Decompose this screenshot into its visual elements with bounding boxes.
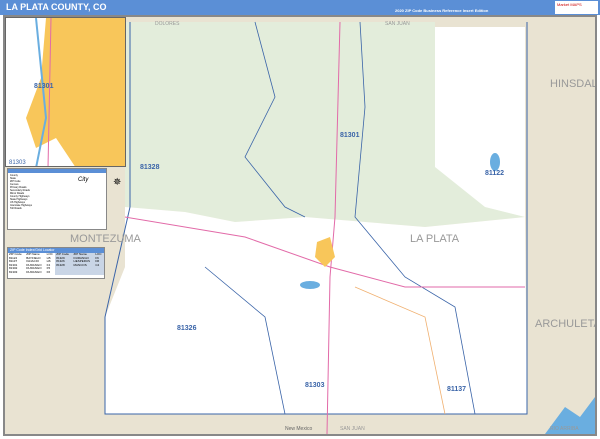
- legend-city: City: [78, 177, 89, 183]
- header-bar: LA PLATA COUNTY, CO 2020 ZIP Code Busine…: [0, 0, 600, 15]
- county-label: MONTEZUMA: [70, 233, 142, 245]
- compass-icon: ✵: [113, 177, 121, 188]
- index-cell: [55, 270, 73, 275]
- map-title: LA PLATA COUNTY, CO: [6, 2, 107, 12]
- zip-label: 81301: [34, 83, 54, 90]
- map-legend: County State ZIP Code Census Primary Roa…: [7, 168, 107, 230]
- logo-text: Market MAPS: [557, 2, 582, 7]
- zip-label: 81303: [9, 160, 26, 166]
- county-label: ARCHULETA: [535, 318, 595, 330]
- county-label: LA PLATA: [410, 233, 460, 245]
- inset-map: 81301 81303: [5, 17, 126, 167]
- legend-item: Toll Roads: [10, 207, 22, 210]
- index-cell: DURANGO: [26, 269, 42, 274]
- zip-label: 81326: [177, 325, 197, 332]
- index-cell: 81303: [9, 269, 18, 274]
- lake: [490, 153, 500, 171]
- index-table: ZIP Code ZIP Name LOC ZIP Code ZIP Name LOC 81…: [8, 252, 104, 275]
- zip-label: 81137: [447, 386, 466, 393]
- zip-label: 81301: [340, 132, 360, 139]
- legend-items: County State ZIP Code Census Primary Roa…: [8, 173, 63, 211]
- table-row: 81303 DURANGO F6: [8, 269, 104, 275]
- index-cell: [72, 270, 95, 275]
- zip-label: 81122: [485, 170, 504, 177]
- zip-label: 81328: [140, 164, 160, 171]
- county-label: HINSDALE: [550, 78, 595, 90]
- county-label: SAN JUAN: [340, 426, 365, 432]
- index-cell: F6: [46, 269, 51, 274]
- zip-index: ZIP Code Index/Grid Locator ZIP Code ZIP …: [7, 247, 105, 279]
- logo: Market MAPS: [555, 1, 598, 14]
- map-subtitle: 2020 ZIP Code Business Reference Insert …: [395, 8, 489, 13]
- index-cell: [94, 270, 104, 275]
- inset-svg: 81301 81303: [6, 18, 125, 166]
- county-label: DOLORES: [155, 21, 180, 27]
- zip-label: 81303: [305, 382, 325, 389]
- lake: [300, 281, 320, 289]
- county-label: SAN JUAN: [385, 21, 410, 27]
- county-label: RIO ARRIBA: [550, 426, 579, 432]
- state-label: New Mexico: [285, 426, 312, 432]
